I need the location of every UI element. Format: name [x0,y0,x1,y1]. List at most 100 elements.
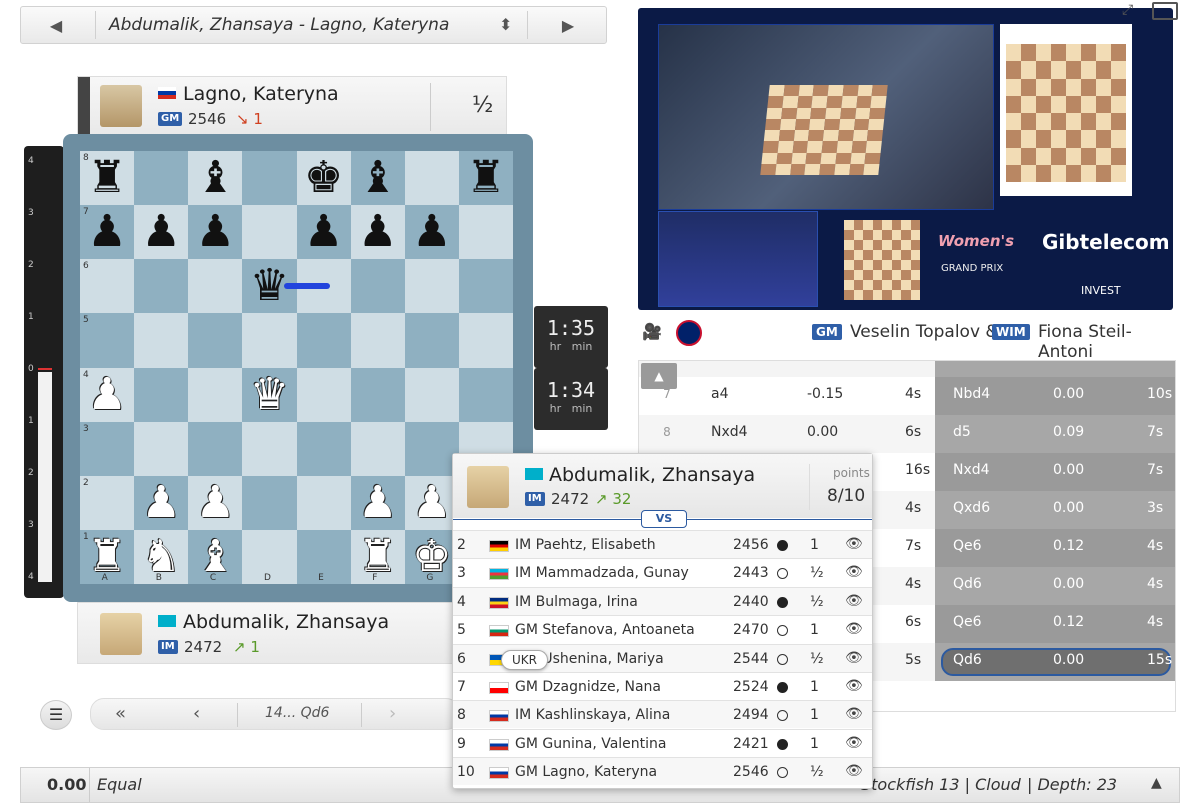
fullscreen-icon[interactable]: ⤢ [1122,2,1133,18]
square[interactable]: D [242,529,297,584]
square[interactable]: B ♞ [134,529,189,584]
square[interactable]: E [296,529,351,584]
black-queen-icon[interactable]: ♛ [250,264,289,308]
square[interactable] [242,151,297,206]
move-row[interactable]: 8 Nxd4 0.00 6s d5 0.09 7s [639,415,1175,453]
square[interactable] [134,421,189,476]
square[interactable]: ♟ [188,475,243,530]
eye-icon[interactable]: 👁 [845,735,863,751]
square[interactable]: 3 [80,421,135,476]
expand-icon[interactable]: ▲ [1151,775,1162,791]
black-move-cell[interactable]: Qd6 0.00 15s [935,643,1175,681]
square[interactable] [188,421,243,476]
square[interactable]: ♟ [404,205,459,260]
square[interactable]: ♛ [242,367,297,422]
square[interactable] [458,259,513,314]
black-move[interactable]: Qxd6 [953,500,990,516]
square[interactable]: C ♝ [188,529,243,584]
eye-icon[interactable]: 👁 [845,650,863,666]
black-move[interactable]: Nxd4 [953,462,990,478]
square[interactable]: ♟ [134,475,189,530]
white-move[interactable]: a4 [711,386,729,402]
opponent-row[interactable]: 9 GM Gunina, Valentina 2421 1 👁 [453,728,872,757]
eye-icon[interactable]: 👁 [845,706,863,722]
square[interactable]: 4 ♟ [80,367,135,422]
square[interactable] [458,205,513,260]
square[interactable]: 6 [80,259,135,314]
game-selector[interactable]: ◀ Abdumalik, Zhansaya - Lagno, Kateryna … [20,6,607,44]
square[interactable] [404,313,459,368]
black-king-icon[interactable]: ♚ [304,156,343,200]
square[interactable] [350,367,405,422]
black-pawn-icon[interactable]: ♟ [141,210,180,254]
square[interactable] [404,421,459,476]
square[interactable] [242,313,297,368]
square[interactable]: ♟ [350,475,405,530]
square[interactable] [404,259,459,314]
square[interactable]: G ♚ [404,529,459,584]
square[interactable] [134,259,189,314]
black-move-cell[interactable]: Qxd6 0.00 3s [935,491,1175,529]
next-game-button[interactable]: ▶ [533,7,603,43]
black-move[interactable]: Qd6 [953,576,982,592]
eye-icon[interactable]: 👁 [845,593,863,609]
black-pawn-icon[interactable]: ♟ [304,210,343,254]
square[interactable]: ♛ [242,259,297,314]
opponent-row[interactable]: 2 IM Paehtz, Elisabeth 2456 1 👁 [453,530,872,558]
white-pawn-icon[interactable]: ♟ [412,480,451,525]
black-move-cell[interactable]: Qe6 0.12 4s [935,529,1175,567]
black-move-cell[interactable]: Qe6 0.12 4s [935,605,1175,643]
square[interactable]: F ♜ [350,529,405,584]
black-rook-icon[interactable]: ♜ [87,156,126,200]
square[interactable]: 2 [80,475,135,530]
black-pawn-icon[interactable]: ♟ [87,210,126,254]
player-popup[interactable]: Abdumalik, Zhansaya IM 2472 ↗ 32 points … [452,453,873,789]
black-bishop-icon[interactable]: ♝ [196,156,235,200]
video-stream[interactable]: Women's GRAND PRIX Gibtelecom INVEST [638,8,1173,310]
black-move[interactable]: Qd6 [953,652,982,668]
square[interactable] [296,475,351,530]
eye-icon[interactable]: 👁 [845,621,863,637]
camera-icon[interactable]: 🎥 [642,322,662,341]
black-move-cell[interactable]: Nxd4 0.00 7s [935,453,1175,491]
white-pawn-icon[interactable]: ♟ [141,480,180,525]
white-pawn-icon[interactable]: ♟ [196,480,235,525]
bottom-player-card[interactable]: Abdumalik, Zhansaya IM 2472 ↗ 1 [77,602,455,664]
eye-icon[interactable]: 👁 [845,536,863,552]
square[interactable] [242,421,297,476]
black-pawn-icon[interactable]: ♟ [196,210,235,254]
square[interactable]: ♟ [188,205,243,260]
square[interactable]: 8 ♜ [80,151,135,206]
white-move[interactable]: Nxd4 [711,424,748,440]
black-move-cell[interactable]: Qd6 0.00 4s [935,567,1175,605]
square[interactable]: ♟ [404,475,459,530]
black-move[interactable]: Qe6 [953,538,982,554]
square[interactable] [188,259,243,314]
square[interactable] [242,205,297,260]
square[interactable] [296,367,351,422]
opponent-row[interactable]: 5 GM Stefanova, Antoaneta 2470 1 👁 [453,615,872,643]
eye-icon[interactable]: 👁 [845,564,863,580]
top-player-card[interactable]: Lagno, Kateryna GM 2546 ↘ 1 ½ [77,76,507,137]
square[interactable] [134,313,189,368]
square[interactable] [188,367,243,422]
move-row[interactable]: 7 a4 -0.15 4s Nbd4 0.00 10s [639,377,1175,415]
square[interactable] [350,259,405,314]
white-rook-icon[interactable]: ♜ [358,534,397,579]
white-queen-icon[interactable]: ♛ [250,372,289,417]
menu-button[interactable]: ☰ [40,700,72,730]
square[interactable] [458,313,513,368]
sort-icon[interactable]: ⬍ [499,15,512,34]
square[interactable]: 5 [80,313,135,368]
next-move-icon[interactable]: › [389,703,396,724]
black-move-cell[interactable]: d5 0.09 7s [935,415,1175,453]
black-move[interactable]: d5 [953,424,971,440]
square[interactable]: 1 A ♜ [80,529,135,584]
square[interactable]: ♚ [296,151,351,206]
opponent-row[interactable]: 7 GM Dzagnidze, Nana 2524 1 👁 [453,672,872,700]
square[interactable] [350,313,405,368]
black-move[interactable]: Nbd4 [953,386,990,402]
black-pawn-icon[interactable]: ♟ [358,210,397,254]
square[interactable]: ♜ [458,151,513,206]
first-move-icon[interactable]: « [115,703,126,724]
